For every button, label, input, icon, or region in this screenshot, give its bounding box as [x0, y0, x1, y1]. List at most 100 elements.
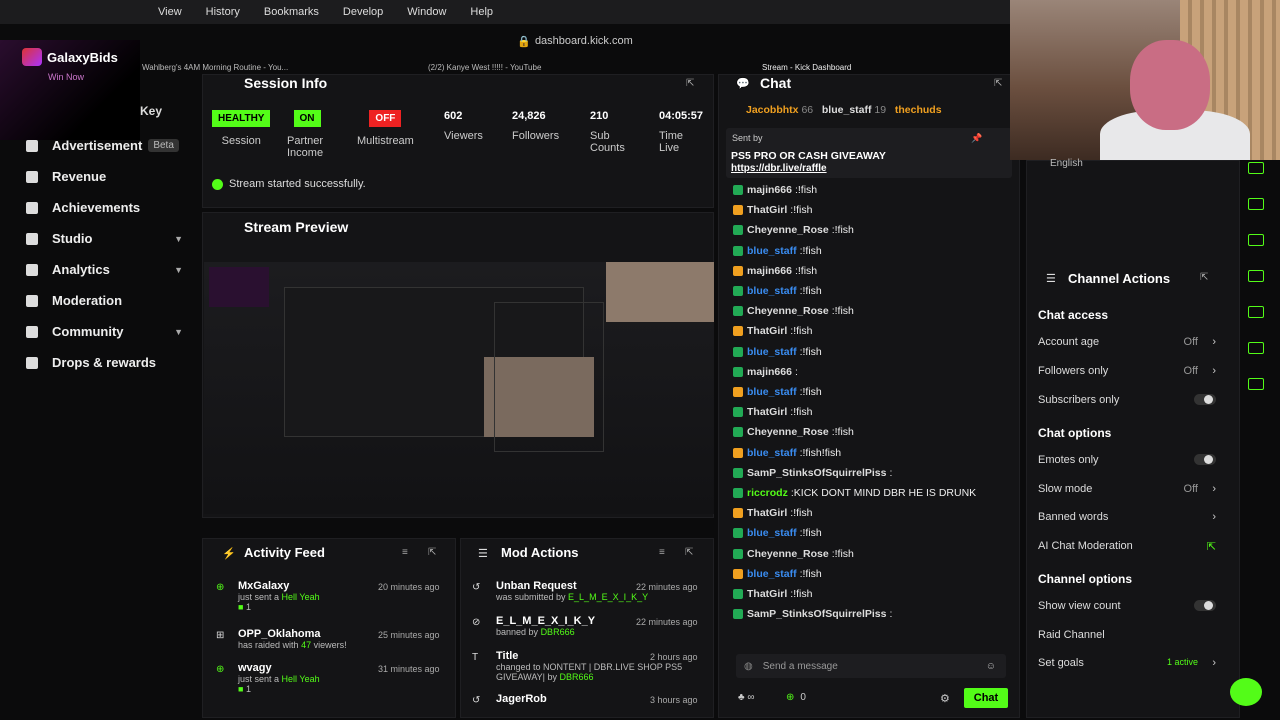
sidebar-item-moderation[interactable]: Moderation: [22, 285, 197, 316]
mod-item-title[interactable]: E_L_M_E_X_I_K_Y: [496, 615, 652, 627]
subscribers-only-toggle[interactable]: [1194, 394, 1216, 405]
popout-icon[interactable]: ⇱: [685, 547, 693, 558]
activity-feed-title: Activity Feed: [244, 545, 325, 560]
menu-develop[interactable]: Develop: [343, 6, 383, 18]
chat-username[interactable]: ThatGirl: [747, 507, 787, 519]
menu-window[interactable]: Window: [407, 6, 446, 18]
mod-item: ⊘ E_L_M_E_X_I_K_Y banned by DBR666: [472, 615, 652, 637]
pin-icon[interactable]: 📌: [971, 133, 982, 144]
chat-username[interactable]: riccrodz: [747, 487, 788, 499]
chat-username[interactable]: ThatGirl: [747, 325, 787, 337]
rail-icon-settings[interactable]: [1248, 342, 1264, 354]
sidebar-item-achievements[interactable]: Achievements: [22, 192, 197, 223]
sidebar-item-advertisement[interactable]: Advertisement Beta: [22, 130, 197, 161]
mod-item-user[interactable]: DBR666: [560, 672, 594, 682]
chat-username[interactable]: SamP_StinksOfSquirrelPiss: [747, 467, 886, 479]
badge-icon: [733, 387, 743, 397]
account-age-row[interactable]: Account age Off ›: [1038, 336, 1216, 348]
mod-item-title[interactable]: Unban Request: [496, 580, 652, 592]
activity-user[interactable]: MxGalaxy: [238, 580, 320, 592]
activity-user[interactable]: wvagy: [238, 662, 320, 674]
menu-history[interactable]: History: [206, 6, 240, 18]
time-label: Time Live: [659, 130, 684, 154]
top-count: 66: [801, 104, 814, 116]
sidebar-item-analytics[interactable]: Analytics ▼: [22, 254, 197, 285]
sidebar-item-label: Drops & rewards: [52, 355, 157, 370]
rail-icon-link[interactable]: [1248, 306, 1264, 318]
followers-only-row[interactable]: Followers only Off ›: [1038, 365, 1216, 377]
user-icon[interactable]: ♣ ∞: [738, 692, 754, 703]
top-user[interactable]: blue_staff: [822, 104, 872, 116]
view-count-toggle[interactable]: [1194, 600, 1216, 611]
rail-icon-chat[interactable]: [1248, 270, 1264, 282]
chat-message: blue_staff: !fish: [733, 386, 822, 398]
chat-message: ThatGirl: !fish: [733, 406, 812, 418]
chat-username[interactable]: ThatGirl: [747, 204, 787, 216]
filter-icon[interactable]: ≡: [402, 547, 408, 558]
send-chat-button[interactable]: Chat: [964, 688, 1008, 708]
chart-icon: [26, 263, 38, 276]
chat-username[interactable]: Cheyenne_Rose: [747, 426, 829, 438]
chat-username[interactable]: blue_staff: [747, 568, 797, 580]
chat-username[interactable]: Cheyenne_Rose: [747, 548, 829, 560]
support-chat-button[interactable]: [1230, 678, 1262, 706]
pinned-link[interactable]: https://dbr.live/raffle: [731, 163, 827, 174]
menu-bookmarks[interactable]: Bookmarks: [264, 6, 319, 18]
chat-text: !fish: [802, 527, 822, 540]
chat-input[interactable]: ◍ Send a message ☺: [736, 654, 1006, 678]
chat-username[interactable]: blue_staff: [747, 527, 797, 539]
chat-username[interactable]: SamP_StinksOfSquirrelPiss: [747, 608, 886, 620]
tab-youtube-1[interactable]: Wahlberg's 4AM Morning Routine - You...: [142, 63, 288, 72]
chat-username[interactable]: majin666: [747, 184, 792, 196]
popout-icon[interactable]: ⇱: [994, 78, 1002, 89]
sidebar-item-drops[interactable]: Drops & rewards: [22, 347, 197, 378]
chat-username[interactable]: ThatGirl: [747, 588, 787, 600]
chat-username[interactable]: blue_staff: [747, 285, 797, 297]
top-user[interactable]: Jacobbhtx: [746, 104, 799, 116]
rail-icon-list[interactable]: [1248, 234, 1264, 246]
sidebar-item-revenue[interactable]: Revenue: [22, 161, 197, 192]
activity-text2: viewers!: [313, 640, 347, 650]
chat-username[interactable]: majin666: [747, 366, 792, 378]
menu-help[interactable]: Help: [470, 6, 493, 18]
sidebar-item-studio[interactable]: Studio ▼: [22, 223, 197, 254]
ai-moderation-row[interactable]: AI Chat Moderation ⇱: [1038, 540, 1216, 553]
set-goals-row[interactable]: Set goals 1 active ›: [1038, 657, 1216, 669]
chat-username[interactable]: majin666: [747, 265, 792, 277]
filter-icon[interactable]: ≡: [659, 547, 665, 558]
popout-icon[interactable]: ⇱: [428, 547, 436, 558]
chat-username[interactable]: blue_staff: [747, 245, 797, 257]
sidebar-item-community[interactable]: Community ▼: [22, 316, 197, 347]
chat-message: blue_staff: !fish!fish: [733, 447, 841, 459]
emotes-only-toggle[interactable]: [1194, 454, 1216, 465]
popout-icon[interactable]: ⇱: [686, 78, 694, 89]
slow-mode-row[interactable]: Slow mode Off ›: [1038, 483, 1216, 495]
chat-username[interactable]: ThatGirl: [747, 406, 787, 418]
stream-preview-video[interactable]: [204, 262, 714, 514]
popout-icon[interactable]: ⇱: [1200, 272, 1208, 283]
top-gifters: Jacobbhtx 66 blue_staff 19 thechuds: [746, 104, 942, 116]
language-label[interactable]: English: [1050, 158, 1083, 169]
chat-username[interactable]: Cheyenne_Rose: [747, 224, 829, 236]
url-bar[interactable]: 🔒 dashboard.kick.com: [140, 30, 1010, 52]
tab-kick-dashboard[interactable]: Stream - Kick Dashboard: [762, 63, 851, 72]
rail-icon-lightning[interactable]: [1248, 198, 1264, 210]
mod-item-user[interactable]: E_L_M_E_X_I_K_Y: [568, 592, 648, 602]
gear-icon[interactable]: ⚙: [940, 692, 950, 705]
chat-username[interactable]: blue_staff: [747, 447, 797, 459]
menu-view[interactable]: View: [158, 6, 182, 18]
tab-youtube-2[interactable]: (2/2) Kanye West !!!!! - YouTube: [428, 63, 541, 72]
raid-channel-row[interactable]: Raid Channel: [1038, 629, 1216, 641]
banned-words-row[interactable]: Banned words ›: [1038, 511, 1216, 523]
badge-icon: [733, 366, 743, 377]
mod-item-title[interactable]: JagerRob: [496, 693, 652, 705]
rail-icon-wrench[interactable]: [1248, 378, 1264, 390]
emoji-icon[interactable]: ☺: [986, 661, 996, 672]
top-user[interactable]: thechuds: [895, 104, 942, 116]
chat-username[interactable]: blue_staff: [747, 386, 797, 398]
mod-item-user[interactable]: DBR666: [541, 627, 575, 637]
activity-user[interactable]: OPP_Oklahoma: [238, 628, 347, 640]
rail-icon-window[interactable]: [1248, 162, 1264, 174]
chat-username[interactable]: Cheyenne_Rose: [747, 305, 829, 317]
chat-username[interactable]: blue_staff: [747, 346, 797, 358]
